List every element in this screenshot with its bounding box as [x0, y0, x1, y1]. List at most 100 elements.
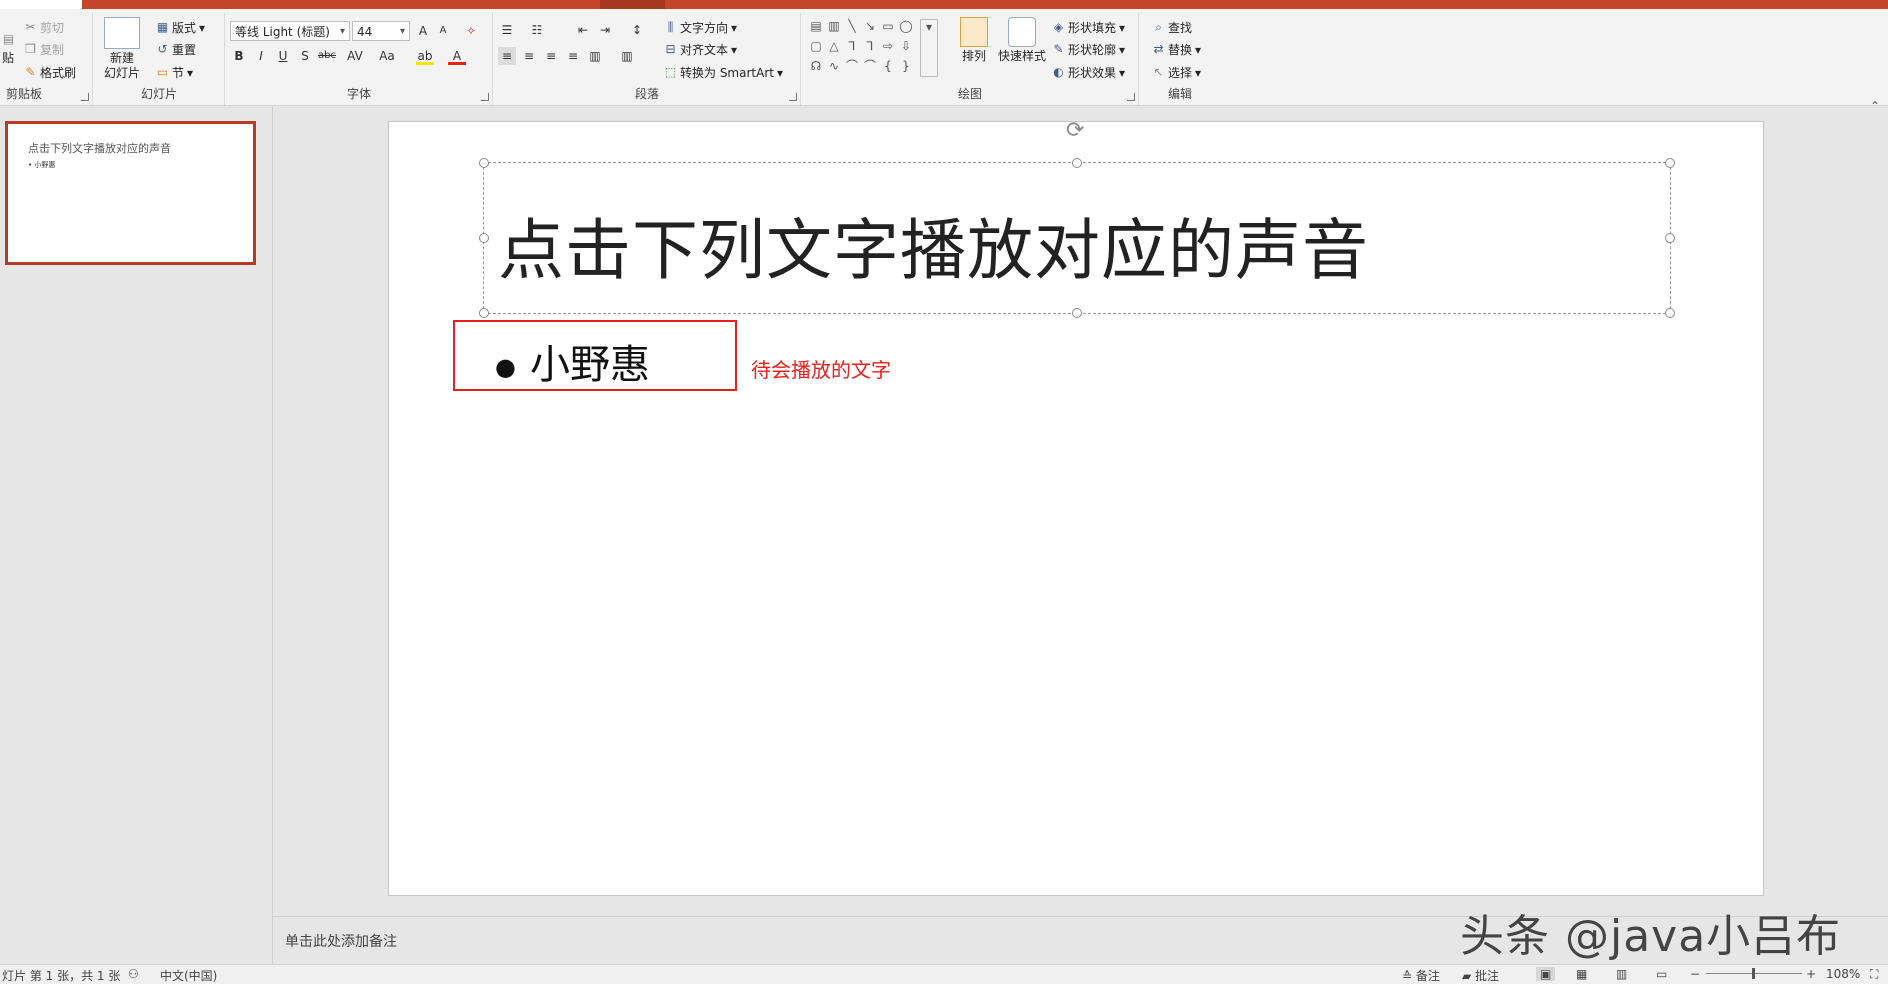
arrange-button[interactable]: 排列 [954, 17, 994, 64]
elbow-arrow-icon[interactable]: ⅂ [862, 39, 878, 53]
resize-handle[interactable] [1665, 158, 1675, 168]
slide-sorter-icon[interactable]: ▦ [1576, 967, 1587, 981]
down-arrow-icon[interactable]: ⇩ [898, 39, 914, 53]
resize-handle[interactable] [1665, 308, 1675, 318]
slide-thumbnail-1[interactable]: 点击下列文字播放对应的声音 • 小野惠 [5, 121, 256, 265]
decrease-indent-icon[interactable]: ⇤ [574, 21, 592, 39]
right-arrow-icon[interactable]: ⇨ [880, 39, 896, 53]
oval-shape-icon[interactable]: ◯ [898, 19, 914, 33]
shadow-button[interactable]: S [296, 47, 314, 65]
layout-button[interactable]: ▦ 版式 ▾ [156, 19, 205, 36]
shape-effects-button[interactable]: ◐ 形状效果 ▾ [1052, 64, 1125, 81]
gallery-scroll-icon[interactable]: ▾ [920, 19, 938, 77]
reading-view-icon[interactable]: ▥ [1616, 967, 1627, 981]
freeform-icon[interactable]: ☊ [808, 59, 824, 73]
paste-button[interactable]: ▤ 贴 [2, 33, 15, 66]
new-slide-button[interactable]: 新建 幻灯片 [100, 17, 144, 81]
reset-button[interactable]: ↺ 重置 [156, 41, 196, 58]
clear-format-icon[interactable]: ✧ [462, 22, 480, 40]
fit-to-window-icon[interactable]: ⛶ [1870, 967, 1878, 982]
char-spacing-button[interactable]: AV [342, 47, 368, 65]
zoom-out-icon[interactable]: − [1690, 967, 1700, 981]
left-brace-icon[interactable]: { [880, 59, 896, 73]
quick-styles-button[interactable]: 快速样式 [994, 17, 1050, 64]
line-shape-icon[interactable]: ╲ [844, 19, 860, 33]
curve-icon[interactable]: ∿ [826, 59, 842, 73]
slide-canvas[interactable]: ⟳ 点击下列文字播放对应的声音 ● 小野惠 待会播放的文字 [388, 118, 1764, 896]
slide-title[interactable]: 点击下列文字播放对应的声音 [498, 197, 1369, 293]
right-brace-icon[interactable]: } [898, 59, 914, 73]
tab-drawing-tools[interactable] [600, 0, 665, 9]
resize-handle[interactable] [479, 308, 489, 318]
resize-handle[interactable] [1072, 158, 1082, 168]
select-button[interactable]: ↖ 选择 ▾ [1152, 64, 1201, 81]
rounded-rect-icon[interactable]: ▢ [808, 39, 824, 53]
normal-view-icon[interactable]: ▣ [1536, 967, 1556, 981]
section-button[interactable]: ▭ 节 ▾ [156, 64, 193, 81]
resize-handle[interactable] [479, 233, 489, 243]
zoom-level[interactable]: 108% [1826, 967, 1860, 981]
cut-button[interactable]: ✂ 剪切 [24, 19, 64, 36]
bullet-item[interactable]: ● 小野惠 [495, 332, 650, 390]
smartart-button[interactable]: ⬚ 转换为 SmartArt ▾ [664, 64, 783, 81]
paragraph-launcher-icon[interactable] [789, 93, 797, 101]
notes-placeholder[interactable]: 单击此处添加备注 [285, 931, 397, 951]
zoom-in-icon[interactable]: + [1806, 967, 1816, 981]
numbering-icon[interactable]: ☷ [528, 21, 546, 39]
slideshow-icon[interactable]: ▭ [1656, 967, 1667, 981]
bold-button[interactable]: B [230, 47, 248, 65]
italic-button[interactable]: I [252, 47, 270, 65]
font-launcher-icon[interactable] [481, 93, 489, 101]
notes-toggle[interactable]: ≙ 备注 [1402, 967, 1440, 984]
clipboard-launcher-icon[interactable] [81, 93, 89, 101]
shape-fill-button[interactable]: ◈ 形状填充 ▾ [1052, 19, 1125, 36]
resize-handle[interactable] [1665, 233, 1675, 243]
replace-button[interactable]: ⇄ 替换 ▾ [1152, 41, 1201, 58]
paragraph-label: 段落 [634, 87, 659, 101]
change-case-button[interactable]: Aa [374, 47, 400, 65]
language-indicator[interactable]: 中文(中国) [160, 967, 217, 984]
resize-handle[interactable] [1072, 308, 1082, 318]
align-right-icon[interactable]: ≡ [542, 47, 560, 65]
bullets-icon[interactable]: ☰ [498, 21, 516, 39]
shapes-gallery[interactable]: ▤ ▥ ╲ ↘ ▭ ◯ ▢ △ ⅂ ⅂ ⇨ ⇩ ☊ ∿ ⌒ ⌒ { } ▾ [808, 19, 948, 79]
comments-toggle[interactable]: ▰ 批注 [1462, 967, 1499, 984]
format-painter-button[interactable]: ✎ 格式刷 [24, 64, 76, 81]
elbow-connector-icon[interactable]: ⅂ [844, 39, 860, 53]
accessibility-icon[interactable]: ⚇ [128, 967, 139, 981]
zoom-thumb[interactable] [1752, 968, 1755, 979]
drawing-launcher-icon[interactable] [1127, 93, 1135, 101]
align-center-icon[interactable]: ≡ [520, 47, 538, 65]
shape-outline-button[interactable]: ✎ 形状轮廓 ▾ [1052, 41, 1125, 58]
distributed-icon[interactable]: ▥ [586, 47, 604, 65]
columns-icon[interactable]: ▥ [618, 47, 636, 65]
underline-button[interactable]: U [274, 47, 292, 65]
vertical-textbox-icon[interactable]: ▥ [826, 19, 842, 33]
shrink-font-button[interactable]: A [434, 22, 452, 40]
rectangle-shape-icon[interactable]: ▭ [880, 19, 896, 33]
grow-font-button[interactable]: A [414, 22, 432, 40]
triangle-shape-icon[interactable]: △ [826, 39, 842, 53]
increase-indent-icon[interactable]: ⇥ [596, 21, 614, 39]
resize-handle[interactable] [479, 158, 489, 168]
font-color-button[interactable]: A [448, 47, 466, 65]
highlight-button[interactable]: ab [416, 47, 434, 65]
justify-icon[interactable]: ≡ [564, 47, 582, 65]
strikethrough-button[interactable]: abc [318, 47, 336, 65]
font-size-combo[interactable]: 44 ▾ [352, 21, 410, 41]
font-name-combo[interactable]: 等线 Light (标题) ▾ [230, 21, 350, 41]
copy-button[interactable]: ❐ 复制 [24, 41, 64, 58]
line-spacing-icon[interactable]: ↕ [628, 21, 646, 39]
align-left-icon[interactable]: ≡ [498, 47, 516, 65]
align-text-button[interactable]: ⊟ 对齐文本 ▾ [664, 41, 737, 58]
tab-home[interactable] [0, 0, 82, 9]
collapse-ribbon-icon[interactable]: ⌃ [1870, 99, 1880, 113]
arrow-line-icon[interactable]: ↘ [862, 19, 878, 33]
text-direction-button[interactable]: ⫼ 文字方向 ▾ [664, 19, 737, 36]
rotate-handle-icon[interactable]: ⟳ [1066, 118, 1084, 143]
find-button[interactable]: ⌕ 查找 [1152, 19, 1192, 36]
arc-icon[interactable]: ⌒ [844, 59, 860, 73]
textbox-shape-icon[interactable]: ▤ [808, 19, 824, 33]
title-placeholder[interactable]: 点击下列文字播放对应的声音 [479, 158, 1675, 318]
wave-icon[interactable]: ⌒ [862, 59, 878, 73]
